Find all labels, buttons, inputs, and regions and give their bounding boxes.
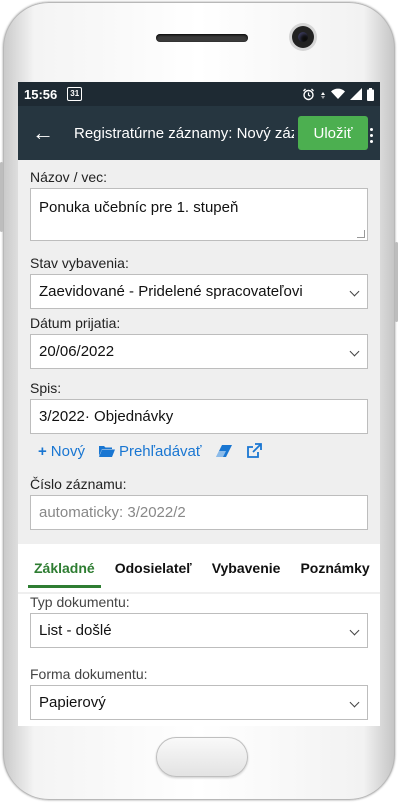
file-field[interactable]: 3/2022· Objednávky (30, 399, 368, 434)
page-title: Registratúrne záznamy: Nový záznam (74, 124, 294, 142)
calendar-icon: 31 (67, 87, 83, 101)
data-arrows-icon (321, 91, 325, 99)
volume-button (0, 162, 3, 232)
file-actions: + Nový Prehľadávať (38, 434, 368, 468)
status-time: 15:56 (24, 86, 58, 102)
doc-type-value: List - došlé (39, 622, 112, 639)
new-file-label: Nový (50, 442, 85, 460)
tab-bar: Základné Odosielateľ Vybavenie Poznámky (18, 544, 380, 592)
front-camera (292, 26, 314, 48)
state-value: Zaevidované - Pridelené spracovateľovi (39, 283, 303, 300)
wifi-icon (331, 88, 345, 99)
eraser-icon[interactable] (215, 445, 232, 457)
tab-sender[interactable]: Odosielateľ (105, 544, 202, 592)
speaker-grille (156, 34, 248, 42)
app-screen: 15:56 31 ← Registratúrne záznamy: Nový z… (18, 82, 380, 726)
browse-button[interactable]: Prehľadávať (98, 442, 202, 460)
chevron-down-icon (349, 286, 360, 297)
form: Názov / vec: Ponuka učebníc pre 1. stupe… (18, 169, 380, 530)
browse-label: Prehľadávať (118, 442, 202, 460)
chevron-down-icon (349, 346, 360, 357)
more-menu-icon[interactable] (370, 128, 374, 146)
save-button[interactable]: Uložiť (298, 116, 368, 150)
battery-icon (367, 87, 374, 101)
date-value: 20/06/2022 (39, 343, 115, 360)
external-link-icon[interactable] (246, 443, 262, 459)
new-file-button[interactable]: + Nový (38, 443, 85, 460)
doc-form-value: Papierový (39, 694, 106, 711)
file-label: Spis: (30, 380, 62, 396)
resize-handle-icon[interactable] (357, 230, 365, 238)
home-button[interactable] (156, 737, 248, 777)
doc-form-select[interactable]: Papierový (30, 685, 368, 720)
doc-type-label: Typ dokumentu: (30, 594, 130, 610)
basic-tab-panel: Typ dokumentu: List - došlé Forma dokume… (18, 594, 380, 726)
folder-open-icon (98, 445, 115, 457)
doc-type-select[interactable]: List - došlé (30, 613, 368, 648)
status-bar: 15:56 31 (18, 82, 380, 106)
alarm-icon (303, 88, 314, 100)
date-label: Dátum prijatia: (30, 315, 121, 331)
signal-icon (350, 88, 362, 100)
name-textarea[interactable]: Ponuka učebníc pre 1. stupeň (30, 188, 368, 241)
doc-form-label: Forma dokumentu: (30, 666, 148, 682)
number-label: Číslo záznamu: (30, 476, 127, 492)
tab-notes[interactable]: Poznámky (290, 544, 379, 592)
power-button (395, 242, 398, 322)
number-placeholder: automaticky: 3/2022/2 (39, 504, 186, 521)
plus-icon: + (38, 442, 47, 460)
back-arrow-icon[interactable]: ← (32, 122, 68, 144)
name-label: Názov / vec: (30, 169, 108, 185)
status-icons (302, 87, 374, 101)
chevron-down-icon (349, 697, 360, 708)
date-select[interactable]: 20/06/2022 (30, 334, 368, 369)
name-value: Ponuka učebníc pre 1. stupeň (39, 199, 239, 216)
tab-handling[interactable]: Vybavenie (202, 544, 291, 592)
tab-basic[interactable]: Základné (24, 544, 105, 592)
state-select[interactable]: Zaevidované - Pridelené spracovateľovi (30, 274, 368, 309)
app-bar: ← Registratúrne záznamy: Nový záznam Ulo… (18, 106, 380, 160)
state-label: Stav vybavenia: (30, 255, 129, 271)
file-value: 3/2022· Objednávky (39, 408, 174, 425)
number-input[interactable]: automaticky: 3/2022/2 (30, 495, 368, 530)
chevron-down-icon (349, 625, 360, 636)
